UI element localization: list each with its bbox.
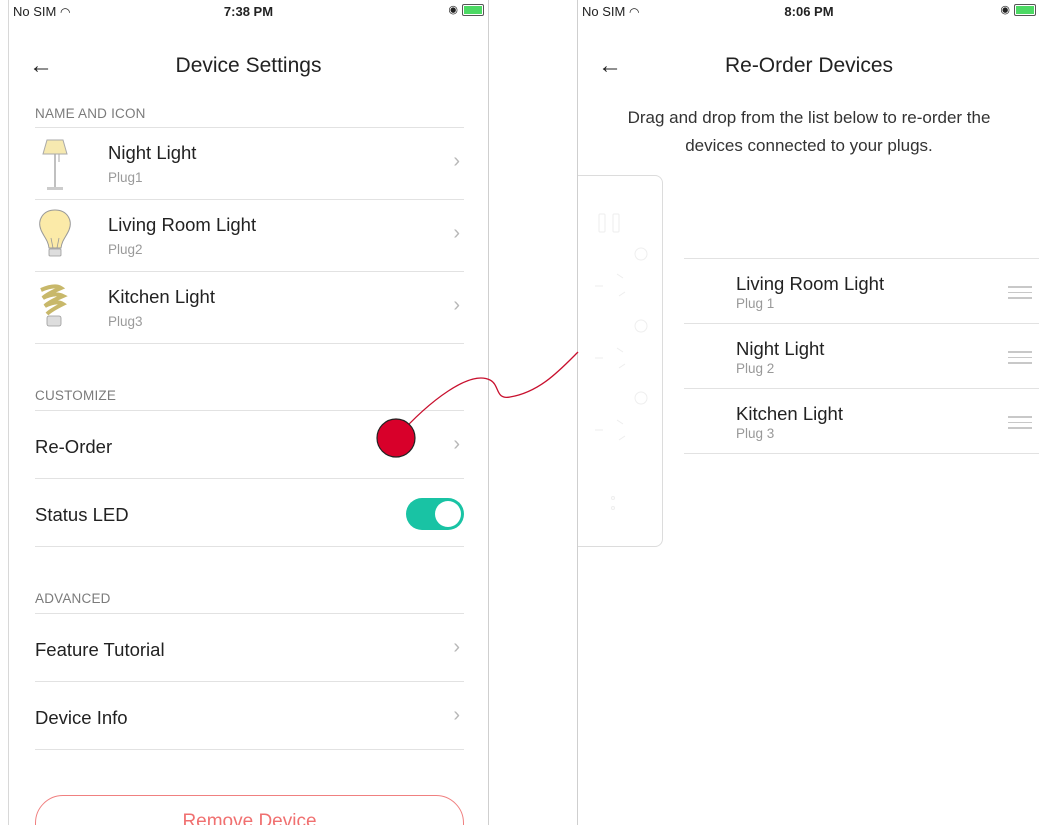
annotation-overlay (376, 351, 579, 458)
tap-marker (376, 418, 416, 458)
connector-line (395, 351, 579, 439)
